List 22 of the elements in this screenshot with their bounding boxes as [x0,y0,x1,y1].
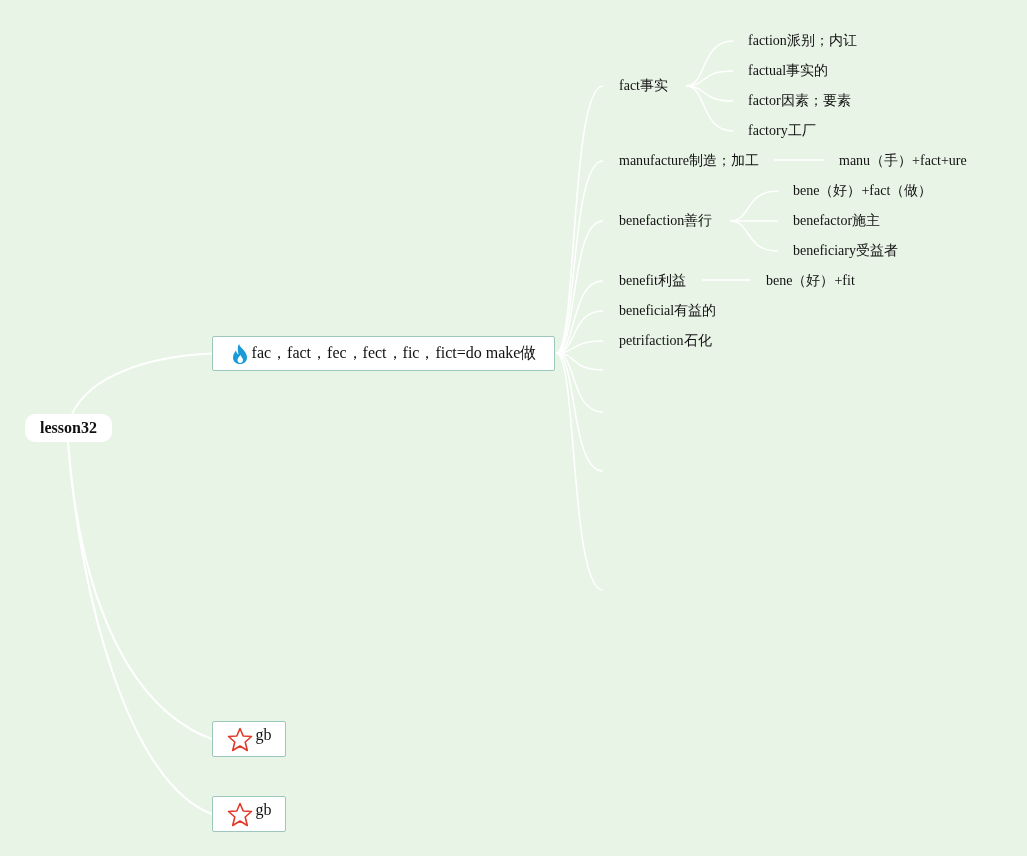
topic-label: beneficiary受益者 [793,242,898,260]
topic-label: factual事实的 [748,62,829,80]
topic-label: factor因素；要素 [748,92,851,110]
topic-label: fac，fact，fec，fect，fic，fict=do make做 [251,343,537,363]
topic-label: faction派别；内讧 [748,32,857,50]
topic-label: petrifaction石化 [619,332,712,350]
star-icon [226,726,253,752]
topic-label: manufacture制造；加工 [619,152,759,170]
central-topic: lesson32 [25,414,112,442]
topic-label: benefaction善行 [619,212,713,230]
topic-label: manu（手）+fact+ure [839,152,967,170]
topic-label: benefactor施主 [793,212,881,230]
flame-icon [230,342,249,365]
star-icon [226,801,253,827]
topic-label: bene（好）+fit [766,272,855,290]
topic-label: beneficial有益的 [619,302,717,320]
topic-label: factory工厂 [748,122,816,140]
topic-label: fact事实 [619,77,668,95]
topic-label: gb [255,726,272,744]
topic-label: benefit利益 [619,272,686,290]
topic-label: bene（好）+fact（做） [793,182,933,200]
topic-label: gb [255,801,272,819]
